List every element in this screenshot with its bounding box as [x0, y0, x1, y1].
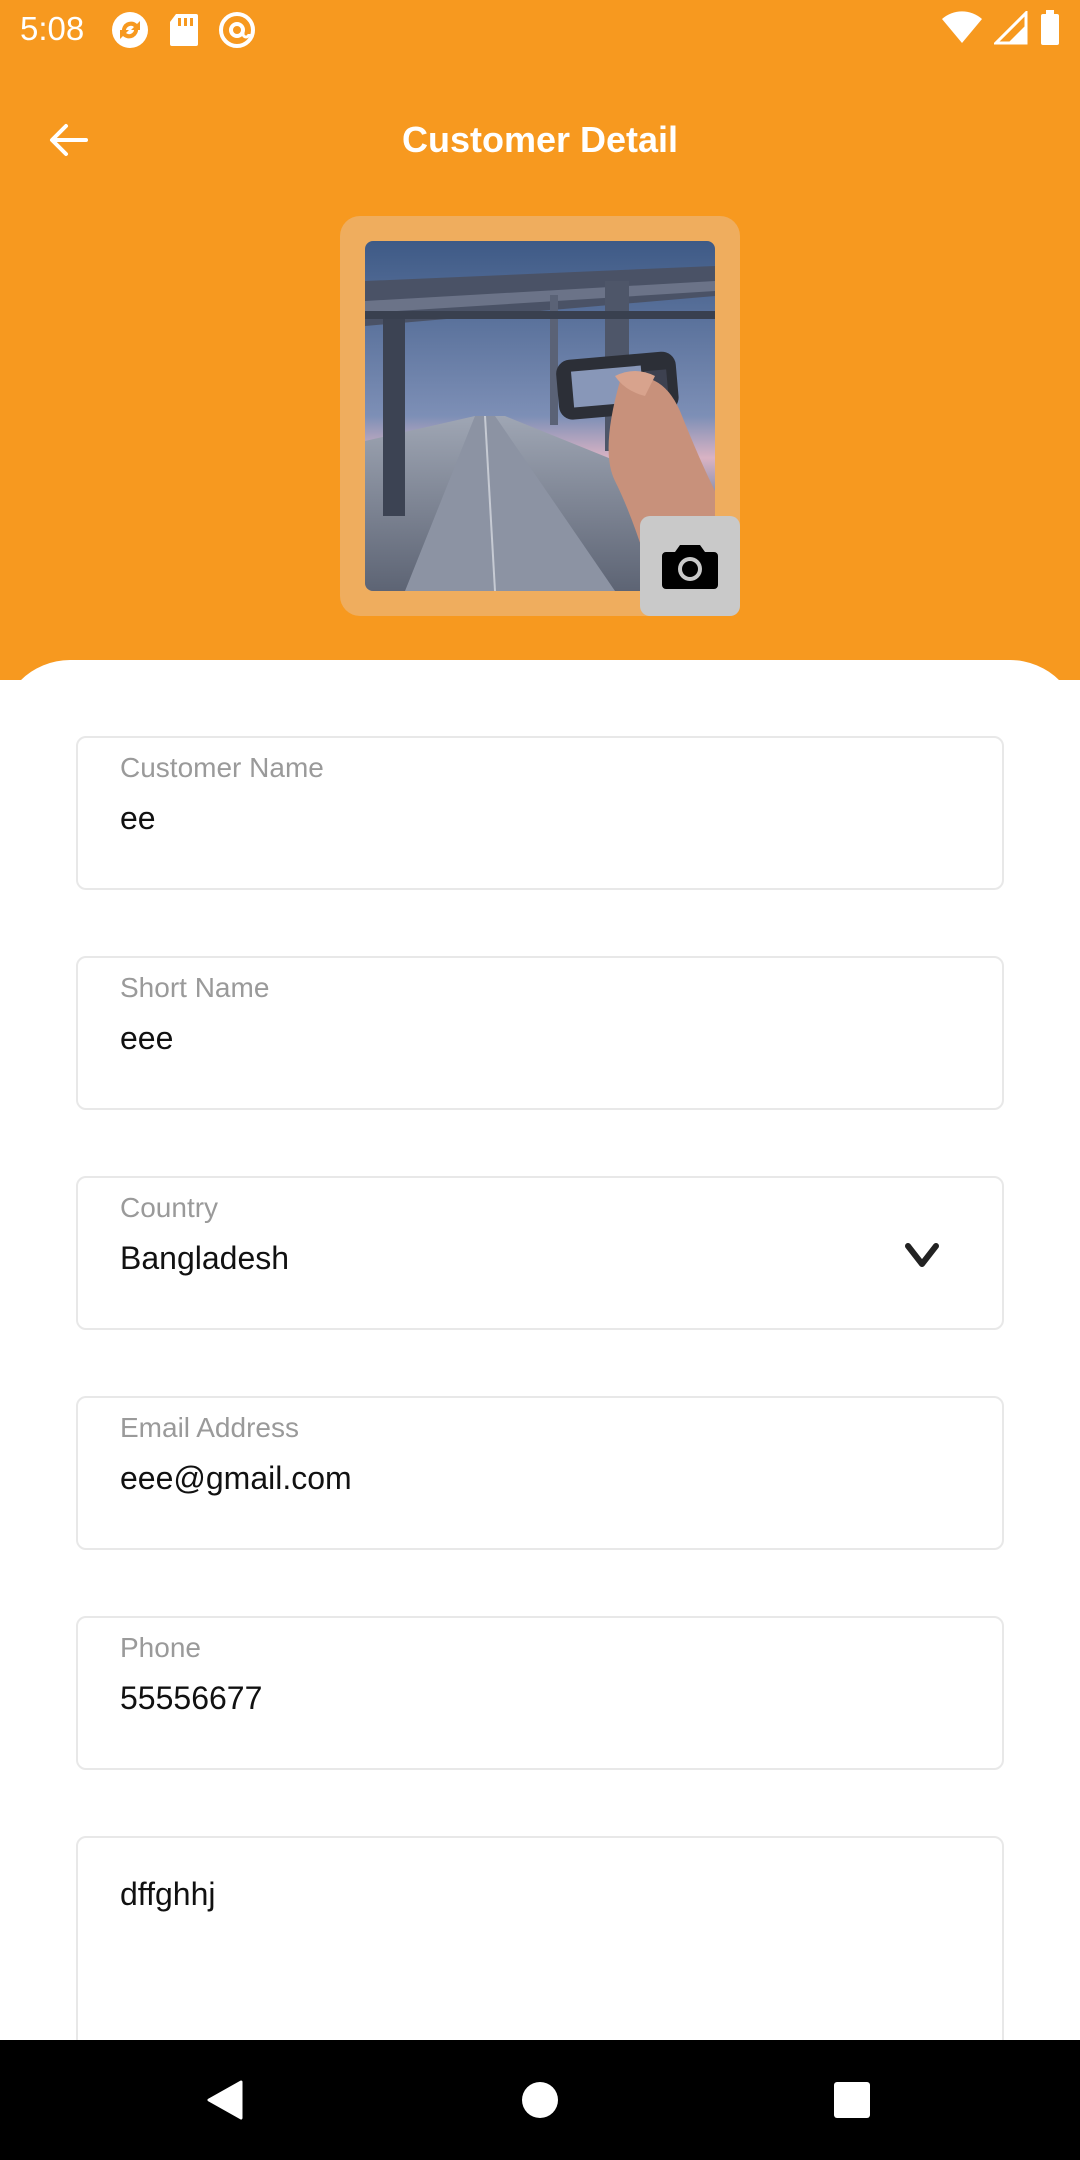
back-triangle-icon [207, 2080, 243, 2120]
address-value[interactable]: dffghhj [120, 1876, 216, 1913]
form-card: Customer Name ee Short Name eee Country … [0, 660, 1080, 2066]
sd-card-icon [170, 14, 198, 46]
photo-frame [340, 216, 740, 616]
battery-icon [1041, 10, 1059, 45]
phone-label: Phone [120, 1632, 201, 1663]
country-label: Country [120, 1192, 219, 1223]
customer-name-field[interactable]: Customer Name ee [76, 736, 1004, 890]
change-photo-button[interactable] [640, 516, 740, 616]
page-title: Customer Detail [401, 119, 679, 160]
country-select[interactable]: Country Bangladesh [76, 1176, 1004, 1330]
status-time: 5:08 [20, 10, 85, 47]
nav-back-button[interactable] [195, 2070, 255, 2130]
phone-field[interactable]: Phone 55556677 [76, 1616, 1004, 1770]
short-name-field[interactable]: Short Name eee [76, 956, 1004, 1110]
sync-icon [112, 12, 148, 48]
camera-icon [662, 545, 718, 589]
country-value[interactable]: Bangladesh [120, 1240, 289, 1277]
customer-name-label: Customer Name [120, 752, 324, 783]
status-bar: 5:08 [0, 0, 1080, 60]
at-sign-icon [219, 12, 255, 48]
chevron-down-icon[interactable] [902, 1236, 942, 1276]
customer-name-value[interactable]: ee [120, 800, 156, 837]
recents-square-icon [834, 2082, 870, 2118]
email-label: Email Address [120, 1412, 299, 1443]
nav-recents-button[interactable] [822, 2070, 882, 2130]
signal-icon [994, 11, 1028, 45]
address-field[interactable]: dffghhj [76, 1836, 1004, 2066]
home-circle-icon [522, 2082, 558, 2118]
header: Customer Detail [0, 60, 1080, 680]
phone-value[interactable]: 55556677 [120, 1680, 262, 1717]
status-icons-right [942, 10, 1060, 46]
email-value[interactable]: eee@gmail.com [120, 1460, 352, 1497]
nav-home-button[interactable] [510, 2070, 570, 2130]
email-field[interactable]: Email Address eee@gmail.com [76, 1396, 1004, 1550]
short-name-value[interactable]: eee [120, 1020, 173, 1057]
system-nav-bar [0, 2040, 1080, 2160]
status-icons-left [110, 10, 256, 50]
short-name-label: Short Name [120, 972, 270, 1003]
wifi-icon [942, 11, 982, 43]
